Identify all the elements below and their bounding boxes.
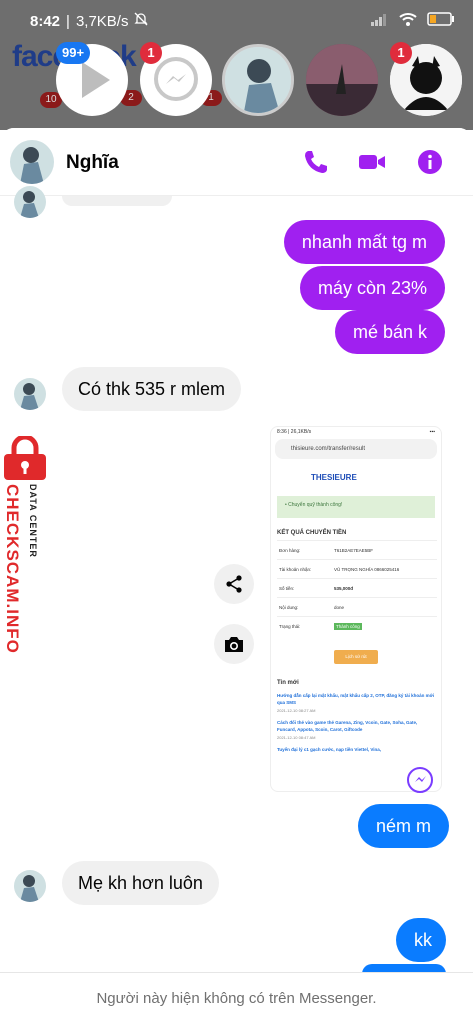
unavailable-notice: Người này hiện không có trên Messenger. (0, 972, 473, 1024)
outgoing-message[interactable]: nhanh mất tg m (283, 220, 445, 264)
video-call-icon[interactable] (356, 146, 388, 178)
table-row: Trạng thái: Thành công (277, 616, 437, 636)
contact-avatar[interactable] (10, 140, 54, 184)
signal-icon (371, 13, 389, 30)
shot-title: KẾT QUẢ CHUYỂN TIỀN (277, 530, 347, 536)
battery-icon (427, 12, 455, 30)
save-image-button[interactable] (214, 624, 254, 664)
status-time: 8:42 (30, 12, 61, 30)
shot-status-time: 8:36 | 26,1KB/s (277, 429, 312, 435)
incoming-message[interactable]: Có thk 535 r mlem (62, 367, 242, 411)
shot-news-title: Tin mới (277, 679, 299, 686)
info-icon[interactable] (414, 146, 446, 178)
shot-history-button: Lịch sử rút (334, 649, 378, 664)
messenger-mini-icon (407, 767, 433, 793)
nghia-chat-head[interactable] (222, 44, 294, 116)
mute-icon (134, 12, 149, 30)
chat-header: Nghĩa (0, 128, 473, 196)
shot-news-link: Tuyển đại lý c1 gạch cước, nạp tiền Viet… (277, 746, 381, 752)
outgoing-message[interactable]: kk (396, 918, 446, 962)
image-attachment[interactable]: 8:36 | 26,1KB/s ▪▪▪ thisieure.com/transfe… (270, 426, 442, 792)
contact-avatar-small (14, 870, 46, 902)
camera-icon (225, 637, 243, 652)
avatar-image (306, 44, 378, 116)
chat-head-badge: 99+ (56, 42, 91, 64)
lock-icon (4, 434, 46, 480)
chat-head-badge: 1 (390, 42, 412, 64)
watermark-text: CHECKSCAM.INFO (3, 484, 22, 654)
chat-head-badge: 1 (140, 42, 162, 64)
shot-news-link: Cách đổi thẻ vào game thẻ Garena, Zing, … (277, 719, 418, 732)
sunset-chat-head[interactable] (306, 44, 378, 116)
contact-avatar-small (14, 378, 46, 410)
outgoing-message[interactable]: mé bán k (334, 310, 445, 354)
table-row: Tài khoản nhận: VŨ TRỌNG NGHĨA 0866025416 (277, 559, 437, 579)
watermark-subtext: DATA CENTER (28, 484, 38, 558)
shot-logo: THESIEURE (311, 473, 357, 482)
contact-name[interactable]: Nghĩa (66, 152, 119, 174)
shot-success-alert: • Chuyển quỹ thành công! (277, 496, 435, 518)
phone-icon[interactable] (300, 146, 332, 178)
status-speed: 3,7KB/s (75, 12, 129, 30)
table-row: Số tiền: 535,000đ (277, 578, 437, 598)
shot-result-table: Đơn hàng: T61B2AE7EAE5BF Tài khoản nhận: V… (277, 540, 437, 636)
shot-news-date: 2021-12-10 08:47 AM (277, 734, 316, 740)
status-bar: 8:42 | 3,7KB/s (0, 0, 473, 40)
contact-avatar-small (14, 186, 46, 218)
wifi-icon (399, 12, 417, 30)
shot-news-date: 2021-12-10 08:27 AM (277, 707, 316, 713)
table-row: Nội dung: done (277, 597, 437, 617)
share-icon (226, 575, 242, 593)
screen: 8:42 | 3,7KB/s facebook 10 2 (0, 0, 473, 1024)
table-row: Đơn hàng: T61B2AE7EAE5BF (277, 540, 437, 560)
partial-message (62, 196, 172, 206)
outgoing-message[interactable]: ném m (358, 804, 450, 848)
incoming-message[interactable]: Mẹ kh hơn luôn (62, 861, 219, 905)
shot-news-link: Hướng dẫn cấp lại mật khẩu, mật khẩu cấp… (277, 692, 435, 705)
outgoing-message[interactable]: máy còn 23% (299, 266, 445, 310)
share-button[interactable] (214, 564, 254, 604)
shot-url-bar: thisieure.com/transfer/result (275, 439, 437, 459)
